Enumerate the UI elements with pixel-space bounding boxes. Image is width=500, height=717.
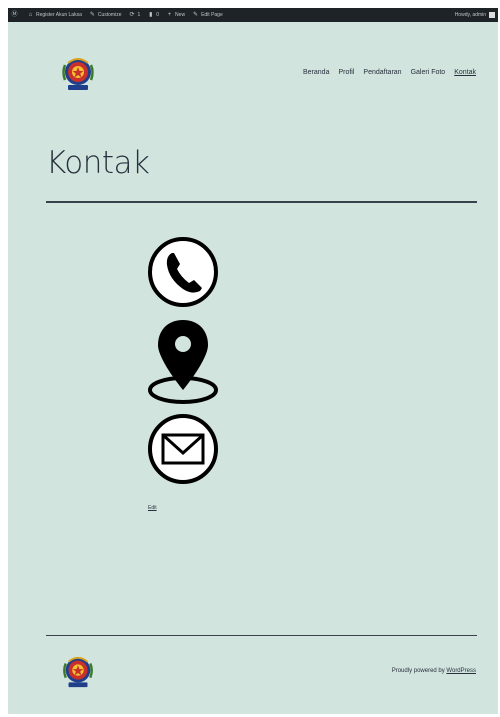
location-pin-icon bbox=[148, 320, 218, 404]
wordpress-icon: Ⓜ bbox=[11, 11, 18, 18]
comment-icon: ▮ bbox=[149, 11, 153, 18]
customize-button[interactable]: ✎ Customize bbox=[89, 12, 122, 19]
site-name-button[interactable]: ⌂ Register Akun Laksa bbox=[27, 12, 82, 19]
footer-logo[interactable] bbox=[60, 653, 96, 691]
updates-count: 1 bbox=[137, 12, 141, 18]
site-name-label: Register Akun Laksa bbox=[36, 12, 82, 18]
updates-icon: ⟳ bbox=[129, 11, 135, 18]
phone-icon bbox=[148, 237, 218, 307]
new-label: New bbox=[175, 12, 186, 18]
wordpress-link[interactable]: WordPress bbox=[446, 668, 476, 674]
plus-icon: + bbox=[167, 11, 172, 18]
nav-item-galeri-foto[interactable]: Galeri Foto bbox=[411, 69, 446, 76]
powered-by: Proudly powered by WordPress bbox=[392, 668, 476, 674]
avatar bbox=[489, 12, 495, 18]
howdy-label: Howdy, admin bbox=[454, 12, 486, 18]
mail-icon bbox=[148, 414, 218, 484]
footer-divider bbox=[46, 635, 477, 636]
pencil-icon: ✎ bbox=[193, 11, 199, 18]
site-logo[interactable] bbox=[59, 54, 97, 94]
primary-navigation: Beranda Profil Pendaftaran Galeri Foto K… bbox=[294, 69, 476, 76]
wordpress-logo-button[interactable]: Ⓜ bbox=[11, 12, 20, 19]
nav-item-profil[interactable]: Profil bbox=[338, 69, 354, 76]
nav-item-beranda[interactable]: Beranda bbox=[303, 69, 329, 76]
edit-page-button[interactable]: ✎ Edit Page bbox=[192, 12, 223, 19]
customize-label: Customize bbox=[97, 12, 122, 18]
account-menu[interactable]: Howdy, admin bbox=[455, 12, 495, 18]
nav-item-pendaftaran[interactable]: Pendaftaran bbox=[363, 69, 401, 76]
page-frame: Ⓜ ⌂ Register Akun Laksa ✎ Customize ⟳ 1 … bbox=[8, 8, 498, 714]
edit-page-label: Edit Page bbox=[201, 12, 223, 18]
comments-button[interactable]: ▮ 0 bbox=[147, 12, 159, 19]
edit-link[interactable]: Edit bbox=[148, 505, 157, 511]
title-divider bbox=[46, 201, 477, 203]
brush-icon: ✎ bbox=[89, 11, 95, 18]
updates-button[interactable]: ⟳ 1 bbox=[128, 12, 140, 19]
nav-item-kontak[interactable]: Kontak bbox=[454, 69, 476, 76]
powered-by-text: Proudly powered by bbox=[391, 668, 447, 674]
comments-count: 0 bbox=[156, 12, 160, 18]
new-content-button[interactable]: + New bbox=[166, 12, 185, 19]
page-title: Kontak bbox=[46, 145, 150, 181]
home-icon: ⌂ bbox=[28, 11, 33, 18]
admin-bar: Ⓜ ⌂ Register Akun Laksa ✎ Customize ⟳ 1 … bbox=[8, 8, 498, 22]
